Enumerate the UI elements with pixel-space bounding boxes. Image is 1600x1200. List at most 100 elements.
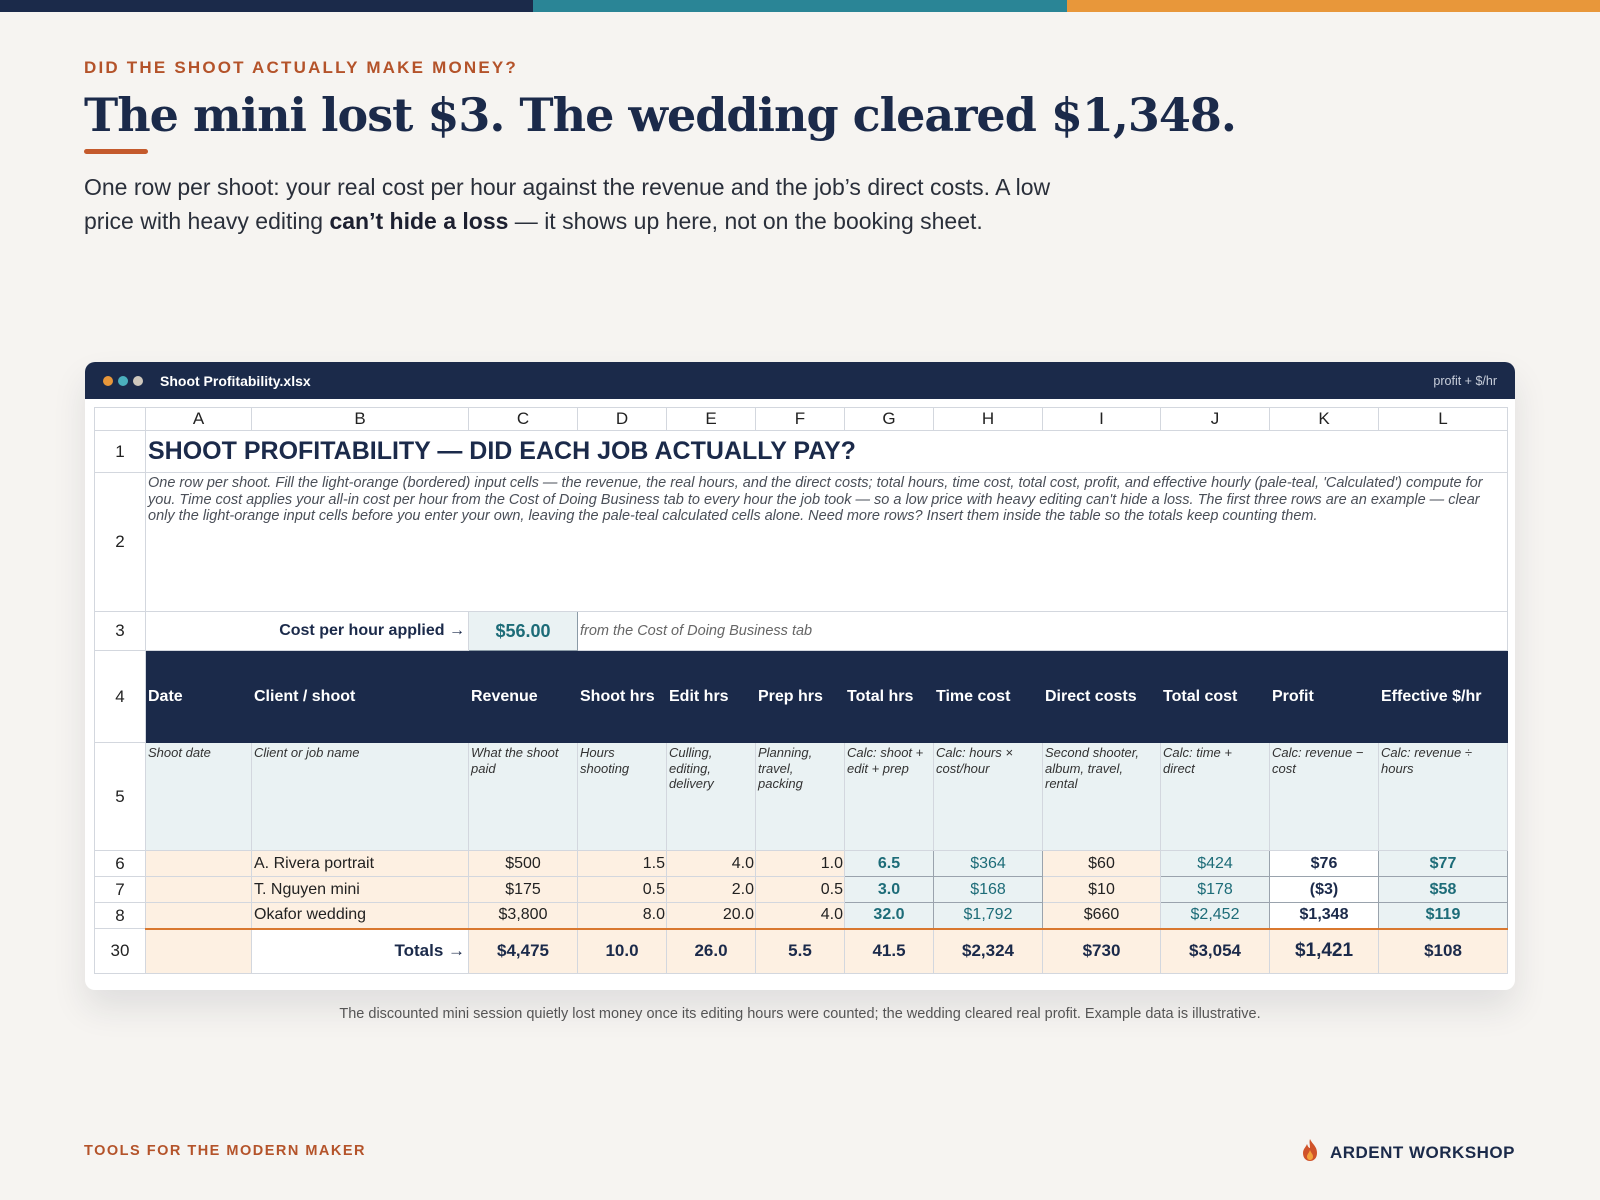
hint-cell[interactable]: Calc: revenue ÷ hours bbox=[1378, 742, 1508, 851]
column-header[interactable]: K bbox=[1269, 407, 1379, 431]
hint-cell[interactable]: Second shooter, album, travel, rental bbox=[1042, 742, 1161, 851]
date-cell[interactable] bbox=[145, 850, 252, 877]
select-all-corner[interactable] bbox=[94, 407, 146, 431]
prep-hrs-cell[interactable]: 1.0 bbox=[755, 850, 845, 877]
client-cell[interactable]: Okafor wedding bbox=[251, 902, 469, 930]
column-header[interactable]: D bbox=[577, 407, 667, 431]
footer-brand[interactable]: ARDENT WORKSHOP bbox=[1300, 1138, 1515, 1167]
row-number[interactable]: 6 bbox=[94, 850, 146, 877]
header-cell-total-hrs[interactable]: Total hrs bbox=[844, 650, 934, 743]
row-number[interactable]: 7 bbox=[94, 876, 146, 903]
hint-cell[interactable]: Shoot date bbox=[145, 742, 252, 851]
header-cell-date[interactable]: Date bbox=[145, 650, 252, 743]
hint-cell[interactable]: What the shoot paid bbox=[468, 742, 578, 851]
total-edit-hrs[interactable]: 26.0 bbox=[666, 928, 756, 974]
hint-cell[interactable]: Calc: hours × cost/hour bbox=[933, 742, 1043, 851]
hint-cell[interactable]: Culling, editing, delivery bbox=[666, 742, 756, 851]
profit-cell[interactable]: $1,348 bbox=[1269, 902, 1379, 930]
row-number[interactable]: 2 bbox=[94, 472, 146, 612]
column-header[interactable]: I bbox=[1042, 407, 1161, 431]
effective-rate-cell[interactable]: $77 bbox=[1378, 850, 1508, 877]
profit-cell[interactable]: ($3) bbox=[1269, 876, 1379, 903]
column-header[interactable]: L bbox=[1378, 407, 1508, 431]
header-cell-time-cost[interactable]: Time cost bbox=[933, 650, 1043, 743]
row-number[interactable]: 5 bbox=[94, 742, 146, 851]
shoot-hrs-cell[interactable]: 1.5 bbox=[577, 850, 667, 877]
total-total-cost[interactable]: $3,054 bbox=[1160, 928, 1270, 974]
header-cell-direct-costs[interactable]: Direct costs bbox=[1042, 650, 1161, 743]
hint-cell[interactable]: Calc: shoot + edit + prep bbox=[844, 742, 934, 851]
prep-hrs-cell[interactable]: 4.0 bbox=[755, 902, 845, 930]
row-number[interactable]: 30 bbox=[94, 928, 146, 974]
column-header[interactable]: B bbox=[251, 407, 469, 431]
total-profit[interactable]: $1,421 bbox=[1269, 928, 1379, 974]
total-time-cost[interactable]: $2,324 bbox=[933, 928, 1043, 974]
total-revenue[interactable]: $4,475 bbox=[468, 928, 578, 974]
direct-costs-cell[interactable]: $660 bbox=[1042, 902, 1161, 930]
shoot-hrs-cell[interactable]: 0.5 bbox=[577, 876, 667, 903]
total-cost-cell[interactable]: $178 bbox=[1160, 876, 1270, 903]
header-cell-effective-rate[interactable]: Effective $/hr bbox=[1378, 650, 1508, 743]
header-cell-client[interactable]: Client / shoot bbox=[251, 650, 469, 743]
column-header[interactable]: F bbox=[755, 407, 845, 431]
header-cell-revenue[interactable]: Revenue bbox=[468, 650, 578, 743]
client-cell[interactable]: T. Nguyen mini bbox=[251, 876, 469, 903]
effective-rate-cell[interactable]: $119 bbox=[1378, 902, 1508, 930]
direct-costs-cell[interactable]: $60 bbox=[1042, 850, 1161, 877]
window-dot-grey[interactable] bbox=[133, 375, 143, 386]
column-header[interactable]: E bbox=[666, 407, 756, 431]
hint-cell[interactable]: Calc: revenue − cost bbox=[1269, 742, 1379, 851]
header-cell-prep-hrs[interactable]: Prep hrs bbox=[755, 650, 845, 743]
row-number[interactable]: 8 bbox=[94, 902, 146, 929]
hint-cell[interactable]: Client or job name bbox=[251, 742, 469, 851]
header-cell-edit-hrs[interactable]: Edit hrs bbox=[666, 650, 756, 743]
header-cell-total-cost[interactable]: Total cost bbox=[1160, 650, 1270, 743]
total-hrs-cell[interactable]: 32.0 bbox=[844, 902, 934, 930]
column-header[interactable]: C bbox=[468, 407, 578, 431]
date-cell[interactable] bbox=[145, 902, 252, 930]
direct-costs-cell[interactable]: $10 bbox=[1042, 876, 1161, 903]
cost-per-hour-cell[interactable]: $56.00 bbox=[468, 611, 578, 651]
header-cell-profit[interactable]: Profit bbox=[1269, 650, 1379, 743]
time-cost-cell[interactable]: $1,792 bbox=[933, 902, 1043, 930]
row-number[interactable]: 1 bbox=[94, 430, 146, 473]
total-prep-hrs[interactable]: 5.5 bbox=[755, 928, 845, 974]
column-header[interactable]: H bbox=[933, 407, 1043, 431]
revenue-cell[interactable]: $500 bbox=[468, 850, 578, 877]
total-total-hrs[interactable]: 41.5 bbox=[844, 928, 934, 974]
hint-cell[interactable]: Planning, travel, packing bbox=[755, 742, 845, 851]
totals-label[interactable]: Totals → bbox=[251, 928, 469, 974]
instructions-cell[interactable]: One row per shoot. Fill the light-orange… bbox=[145, 472, 1508, 612]
cost-per-hour-note[interactable]: from the Cost of Doing Business tab bbox=[577, 611, 1508, 651]
total-cost-cell[interactable]: $2,452 bbox=[1160, 902, 1270, 930]
row-number[interactable]: 4 bbox=[94, 650, 146, 743]
revenue-cell[interactable]: $175 bbox=[468, 876, 578, 903]
row-number[interactable]: 3 bbox=[94, 611, 146, 651]
total-hrs-cell[interactable]: 3.0 bbox=[844, 876, 934, 903]
edit-hrs-cell[interactable]: 2.0 bbox=[666, 876, 756, 903]
effective-rate-cell[interactable]: $58 bbox=[1378, 876, 1508, 903]
total-direct-costs[interactable]: $730 bbox=[1042, 928, 1161, 974]
total-shoot-hrs[interactable]: 10.0 bbox=[577, 928, 667, 974]
revenue-cell[interactable]: $3,800 bbox=[468, 902, 578, 930]
total-hrs-cell[interactable]: 6.5 bbox=[844, 850, 934, 877]
total-effective-rate[interactable]: $108 bbox=[1378, 928, 1508, 974]
totals-date-cell[interactable] bbox=[145, 928, 252, 974]
window-dot-orange[interactable] bbox=[103, 375, 113, 386]
column-header[interactable]: G bbox=[844, 407, 934, 431]
column-header[interactable]: J bbox=[1160, 407, 1270, 431]
time-cost-cell[interactable]: $364 bbox=[933, 850, 1043, 877]
window-dot-teal[interactable] bbox=[118, 375, 128, 386]
edit-hrs-cell[interactable]: 4.0 bbox=[666, 850, 756, 877]
profit-cell[interactable]: $76 bbox=[1269, 850, 1379, 877]
hint-cell[interactable]: Calc: time + direct bbox=[1160, 742, 1270, 851]
total-cost-cell[interactable]: $424 bbox=[1160, 850, 1270, 877]
shoot-hrs-cell[interactable]: 8.0 bbox=[577, 902, 667, 930]
date-cell[interactable] bbox=[145, 876, 252, 903]
client-cell[interactable]: A. Rivera portrait bbox=[251, 850, 469, 877]
prep-hrs-cell[interactable]: 0.5 bbox=[755, 876, 845, 903]
edit-hrs-cell[interactable]: 20.0 bbox=[666, 902, 756, 930]
column-header[interactable]: A bbox=[145, 407, 252, 431]
header-cell-shoot-hrs[interactable]: Shoot hrs bbox=[577, 650, 667, 743]
sheet-title-cell[interactable]: SHOOT PROFITABILITY — DID EACH JOB ACTUA… bbox=[145, 430, 1508, 473]
